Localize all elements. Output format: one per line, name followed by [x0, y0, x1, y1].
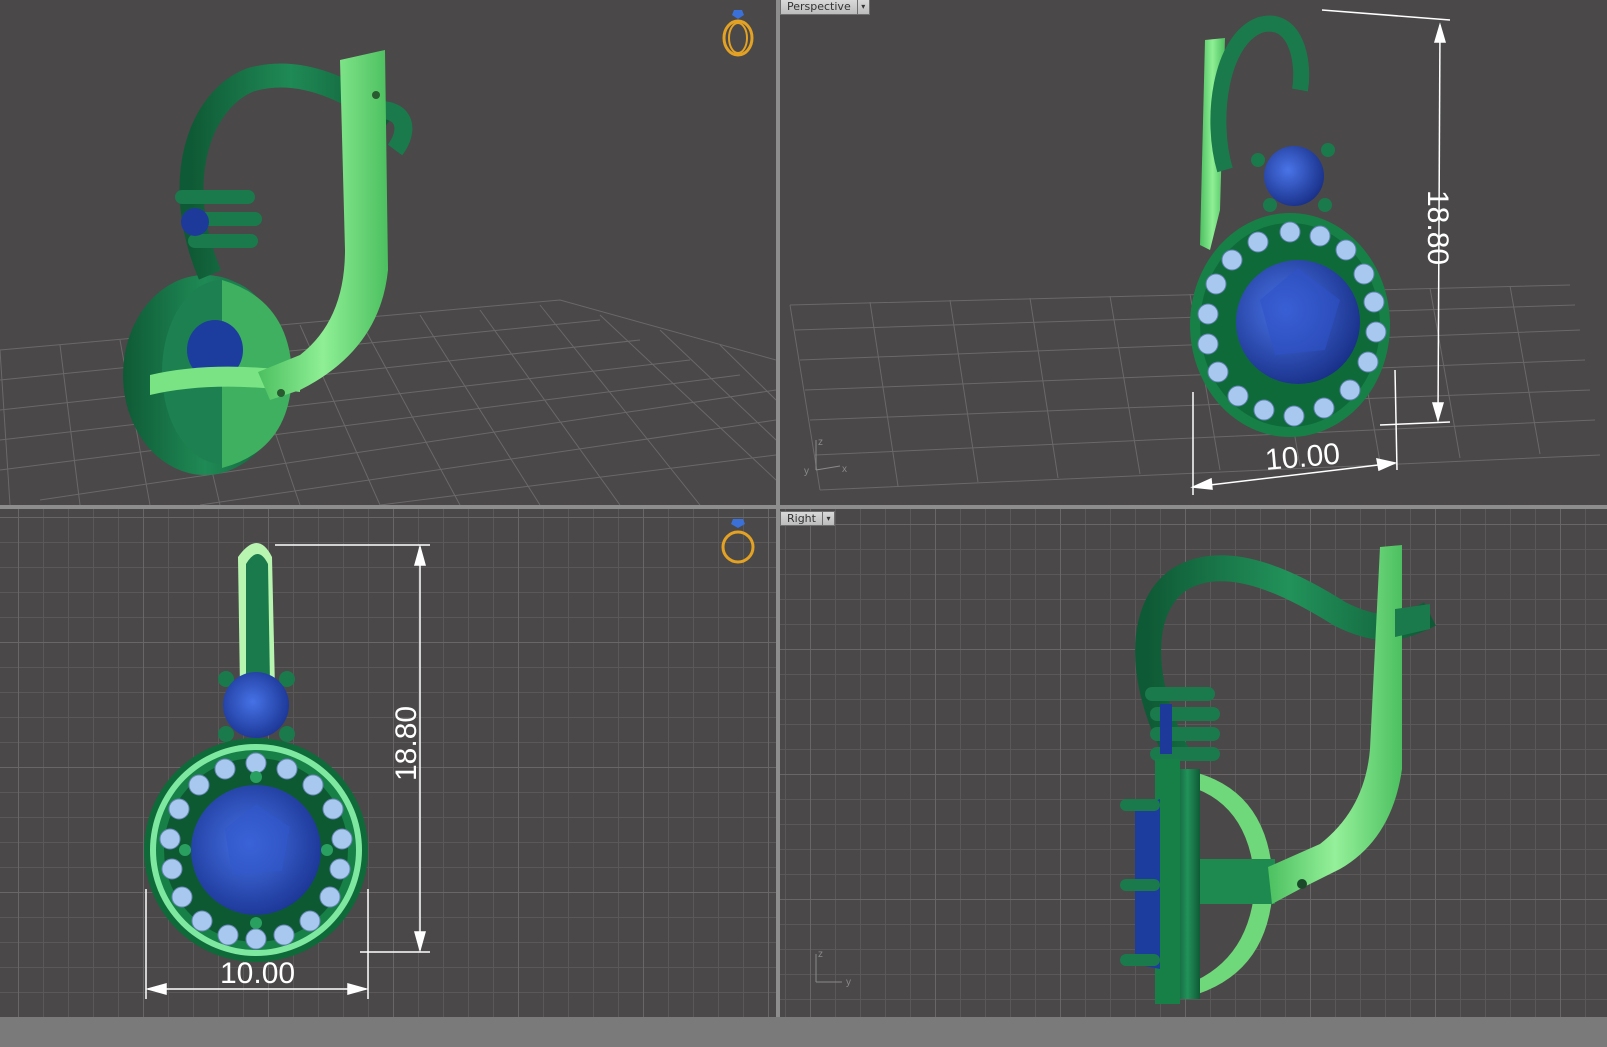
viewport-title[interactable]: Right — [780, 511, 823, 526]
perspective-scene — [0, 50, 776, 505]
earring-model — [144, 543, 368, 962]
earring-model — [123, 50, 413, 475]
dimension-width-label: 10.00 — [1264, 438, 1342, 477]
viewport-front[interactable]: 18.80 10.00 — [0, 509, 776, 1017]
axis-label-x: x — [842, 464, 847, 475]
earring-model — [1190, 15, 1390, 437]
viewport-right[interactable]: Right ▾ z y — [780, 509, 1607, 1017]
viewport-top-left[interactable] — [0, 0, 776, 505]
dimension-height-label: 18.80 — [390, 706, 423, 781]
right-scene: z y — [815, 545, 1436, 1004]
axis-label-y: y — [804, 466, 809, 477]
axis-label-z: z — [818, 437, 823, 448]
viewport-menu-arrow-icon[interactable]: ▾ — [857, 0, 870, 15]
axis-label-y: y — [846, 977, 851, 988]
viewport-menu-arrow-icon[interactable]: ▾ — [822, 511, 835, 526]
viewport-perspective[interactable]: Perspective ▾ 18.80 10.00 z y x — [780, 0, 1607, 505]
viewport-tab[interactable]: Perspective ▾ — [780, 0, 870, 15]
earring-model — [1120, 545, 1436, 1004]
viewport-title[interactable]: Perspective — [780, 0, 858, 15]
axis-label-z: z — [818, 949, 823, 960]
viewport-tab[interactable]: Right ▾ — [780, 511, 835, 526]
perspective-scene: 18.80 10.00 z y x — [789, 9, 1601, 495]
front-scene: 18.80 10.00 — [144, 543, 430, 999]
dimension-width-label: 10.00 — [220, 957, 295, 990]
ground-grid — [0, 299, 776, 505]
viewport-divider-bottom — [0, 1017, 1607, 1047]
dimension-height-label: 18.80 — [1421, 190, 1454, 265]
